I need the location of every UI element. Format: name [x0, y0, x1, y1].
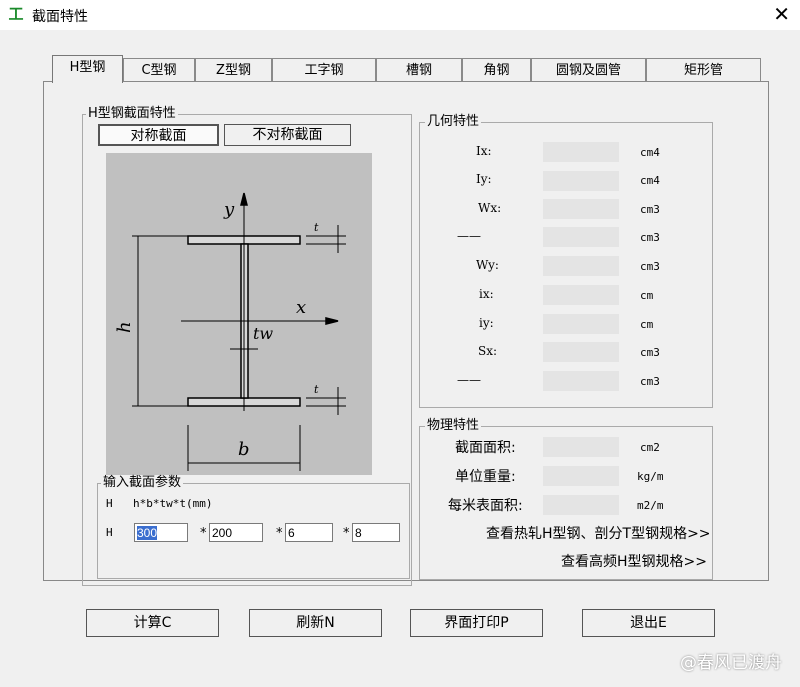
y-axis-label: y: [223, 199, 235, 220]
wy-unit: cm3: [640, 260, 660, 273]
area-unit: cm2: [640, 441, 660, 454]
print-button[interactable]: 界面打印P: [410, 609, 543, 637]
times-2: *: [276, 526, 283, 541]
area-value: [543, 437, 619, 457]
wx-label: Wx:: [478, 201, 502, 215]
wx2-unit: cm3: [640, 231, 660, 244]
hot-rolled-spec-link[interactable]: 查看热轧H型钢、剖分T型钢规格>>: [486, 523, 711, 543]
sx2-label: ——: [457, 373, 481, 387]
tab-z-steel[interactable]: Z型钢: [195, 58, 272, 82]
asymmetric-section-button[interactable]: 不对称截面: [224, 124, 351, 146]
sx-value: [543, 342, 619, 362]
weight-label: 单位重量:: [455, 469, 516, 485]
t-input[interactable]: 8: [352, 523, 400, 542]
tab-round[interactable]: 圆钢及圆管: [531, 58, 646, 82]
exit-button[interactable]: 退出E: [582, 609, 715, 637]
wy-value: [543, 256, 619, 276]
tab-angle[interactable]: 角钢: [462, 58, 531, 82]
iy-moment-label: Iy:: [476, 172, 492, 186]
sx-unit: cm3: [640, 346, 660, 359]
x-axis-label: x: [296, 297, 306, 318]
iy-moment-unit: cm4: [640, 174, 660, 187]
sx2-unit: cm3: [640, 375, 660, 388]
ix-radius-unit: cm: [640, 289, 654, 302]
wx-value: [543, 199, 619, 219]
title-bar: 工 截面特性 ✕: [0, 0, 800, 30]
ix-moment-value: [543, 142, 619, 162]
surface-area-unit: m2/m: [637, 499, 664, 512]
tw-label: tw: [253, 324, 273, 343]
wx-unit: cm3: [640, 203, 660, 216]
high-freq-spec-link[interactable]: 查看高频H型钢规格>>: [561, 551, 707, 571]
ix-radius-label: ix:: [479, 287, 494, 301]
section-group-label: H型钢截面特性: [86, 106, 178, 122]
h-input[interactable]: 300: [134, 523, 188, 542]
iy-radius-label: iy:: [479, 316, 494, 330]
iy-radius-value: [543, 314, 619, 334]
wy-label: Wy:: [476, 258, 499, 272]
geometry-group-label: 几何特性: [425, 114, 482, 130]
weight-unit: kg/m: [637, 470, 664, 483]
surface-area-value: [543, 495, 619, 515]
tab-h-steel[interactable]: H型钢: [52, 55, 123, 83]
physical-group-label: 物理特性: [425, 418, 482, 434]
wx2-label: ——: [457, 229, 481, 243]
refresh-button[interactable]: 刷新N: [249, 609, 382, 637]
b-input[interactable]: 200: [209, 523, 263, 542]
h-dimension-label: h: [114, 321, 135, 333]
input-params-label: 输入截面参数: [101, 475, 184, 491]
formula-text: h*b*tw*t(mm): [133, 497, 213, 510]
ix-moment-unit: cm4: [640, 146, 660, 159]
tab-i-beam[interactable]: 工字钢: [272, 58, 376, 82]
row-prefix: H: [106, 526, 113, 539]
calculate-button[interactable]: 计算C: [86, 609, 219, 637]
t-top-label: t: [314, 221, 319, 234]
weight-value: [543, 466, 619, 486]
h-section-drawing: y x tw h b t t: [114, 192, 346, 471]
close-icon[interactable]: ✕: [773, 3, 790, 25]
sx2-value: [543, 371, 619, 391]
wx2-value: [543, 227, 619, 247]
t-bottom-label: t: [314, 383, 319, 396]
b-dimension-label: b: [238, 439, 250, 460]
ix-radius-value: [543, 285, 619, 305]
iy-radius-unit: cm: [640, 318, 654, 331]
surface-area-label: 每米表面积:: [448, 498, 523, 514]
times-1: *: [200, 526, 207, 541]
tab-channel[interactable]: 槽钢: [376, 58, 462, 82]
sx-label: Sx:: [478, 344, 498, 358]
symmetric-section-button[interactable]: 对称截面: [98, 124, 219, 146]
window-title: 截面特性: [32, 9, 88, 25]
tab-rect-tube[interactable]: 矩形管: [646, 58, 761, 82]
watermark: @春风已渡舟: [680, 653, 782, 673]
area-label: 截面面积:: [455, 440, 516, 456]
tab-c-steel[interactable]: C型钢: [123, 58, 195, 82]
iy-moment-value: [543, 171, 619, 191]
times-3: *: [343, 526, 350, 541]
app-icon: 工: [8, 5, 24, 23]
h-section-diagram: y x tw h b t t: [106, 153, 372, 475]
formula-prefix: H: [106, 497, 113, 510]
tw-input[interactable]: 6: [285, 523, 333, 542]
ix-moment-label: Ix:: [476, 144, 492, 158]
